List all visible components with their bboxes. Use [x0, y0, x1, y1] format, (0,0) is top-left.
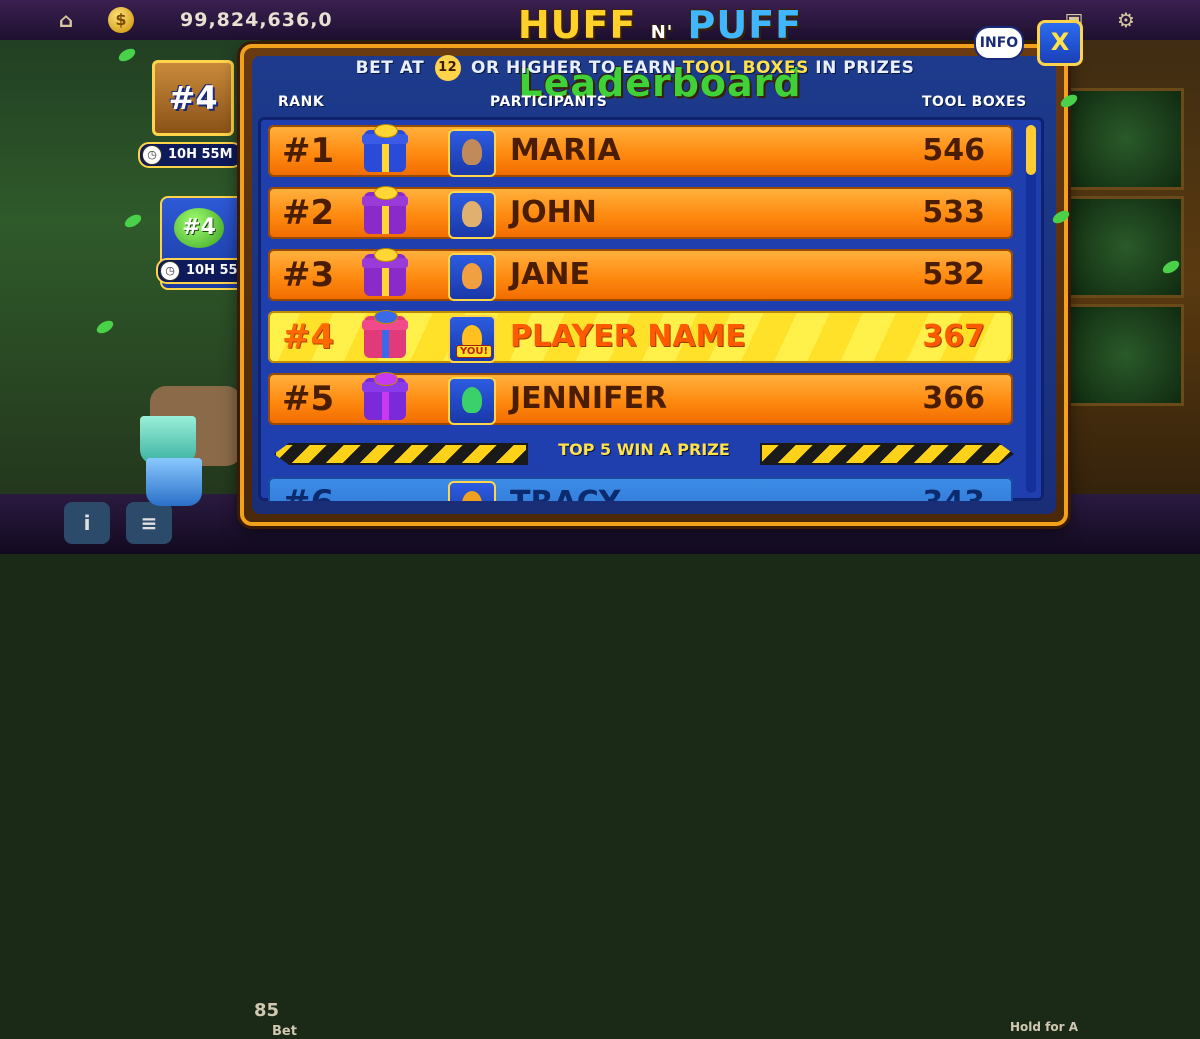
leaderboard-row-current-player[interactable]: #4 YOU! PLAYER NAME 367 [268, 310, 1013, 363]
avatar [448, 129, 496, 177]
row-rank: #2 [282, 193, 335, 233]
reel-symbol [1068, 304, 1184, 406]
home-icon[interactable]: ⌂ [52, 6, 80, 34]
toolbox-rank: #4 [168, 79, 218, 117]
row-rank: #1 [282, 131, 335, 171]
leaderboard-row[interactable]: #2 JOHN 533 [268, 186, 1013, 239]
row-score: 343 [922, 477, 985, 501]
bucket-icon [146, 458, 202, 506]
clock-icon: ◷ [142, 145, 162, 165]
subtitle-highlight: TOOL BOXES [682, 58, 809, 78]
row-name: JOHN [510, 195, 597, 230]
row-score: 532 [922, 257, 985, 292]
avatar [448, 253, 496, 301]
row-score: 546 [922, 133, 985, 168]
gift-box-icon [362, 248, 408, 296]
bet-instruction: BET AT 12 OR HIGHER TO EARN TOOL BOXES I… [290, 55, 980, 81]
scrollbar-thumb[interactable] [1026, 125, 1036, 175]
avatar [448, 481, 496, 501]
leaderboard-list[interactable]: #1 MARIA 546 #2 JOHN 533 #3 JANE 532 #4 … [258, 117, 1044, 501]
subtitle-part1: BET AT [355, 58, 425, 78]
toolbox-timer: ◷ 10H 55M [138, 142, 243, 168]
coin-balance: 99,824,636,0 [180, 9, 333, 31]
reel-symbol [1068, 88, 1184, 190]
reel-symbol [1068, 196, 1184, 298]
row-rank: #4 [282, 317, 335, 357]
toolbox-widget[interactable]: #4 [152, 60, 234, 136]
bet-level-badge: 12 [434, 55, 461, 81]
title-huff: HUFF [517, 3, 637, 47]
column-tool-boxes: TOOL BOXES [922, 94, 1027, 110]
leaderboard-row[interactable]: #1 MARIA 546 [268, 124, 1013, 177]
close-button[interactable]: X [1037, 20, 1083, 66]
info-icon[interactable]: i [64, 502, 110, 544]
row-name: TRACY [510, 477, 621, 501]
bet-label: Bet [272, 1024, 297, 1039]
clock-icon: ◷ [160, 261, 180, 281]
hazard-stripe [274, 443, 528, 465]
subtitle-part2: OR HIGHER TO EARN [471, 58, 677, 78]
row-name: JANE [510, 257, 590, 292]
bucket-icon [140, 416, 196, 464]
row-name: JENNIFER [510, 381, 668, 416]
win-amount: 85 [254, 1000, 280, 1021]
coin-icon: $ [108, 7, 134, 33]
row-score: 366 [922, 381, 985, 416]
row-rank: #5 [282, 379, 335, 419]
row-score: 533 [922, 195, 985, 230]
row-name: MARIA [510, 133, 621, 168]
subtitle-part3: IN PRIZES [815, 58, 915, 78]
you-tag: YOU! [456, 345, 493, 358]
avatar [448, 377, 496, 425]
menu-button[interactable]: ≡ [126, 502, 172, 544]
row-score: 367 [922, 319, 985, 354]
scrollbar[interactable] [1026, 125, 1036, 493]
avatar [448, 191, 496, 239]
prize-cutoff-text: TOP 5 WIN A PRIZE [558, 440, 730, 459]
title-puff: PUFF [687, 3, 803, 47]
row-rank: #3 [282, 255, 335, 295]
leaderboard-title: HUFF N' PUFF Leaderboard [380, 0, 940, 105]
gear-icon[interactable]: ⚙ [1112, 6, 1140, 34]
info-button[interactable]: INFO [974, 26, 1024, 60]
gift-box-icon [362, 310, 408, 358]
column-participants: PARTICIPANTS [490, 94, 608, 110]
column-rank: RANK [278, 94, 325, 110]
spin-hold-label: Hold for A [1010, 1020, 1079, 1034]
row-rank: #6 [282, 477, 334, 501]
leaderboard-row[interactable]: #6 TRACY 343 [268, 477, 1013, 501]
gift-box-icon [362, 124, 408, 172]
row-name: PLAYER NAME [510, 319, 746, 354]
prize-cutoff-divider: TOP 5 WIN A PRIZE [274, 437, 1014, 465]
gift-box-icon [362, 186, 408, 234]
title-amp: N' [650, 22, 674, 43]
leaderboard-row[interactable]: #3 JANE 532 [268, 248, 1013, 301]
hazard-stripe [760, 443, 1014, 465]
leaderboard-row[interactable]: #5 JENNIFER 366 [268, 372, 1013, 425]
toolbox-timer-text: 10H 55M [168, 147, 233, 162]
badge-rank: #4 [174, 208, 224, 248]
gift-box-icon [362, 372, 408, 420]
